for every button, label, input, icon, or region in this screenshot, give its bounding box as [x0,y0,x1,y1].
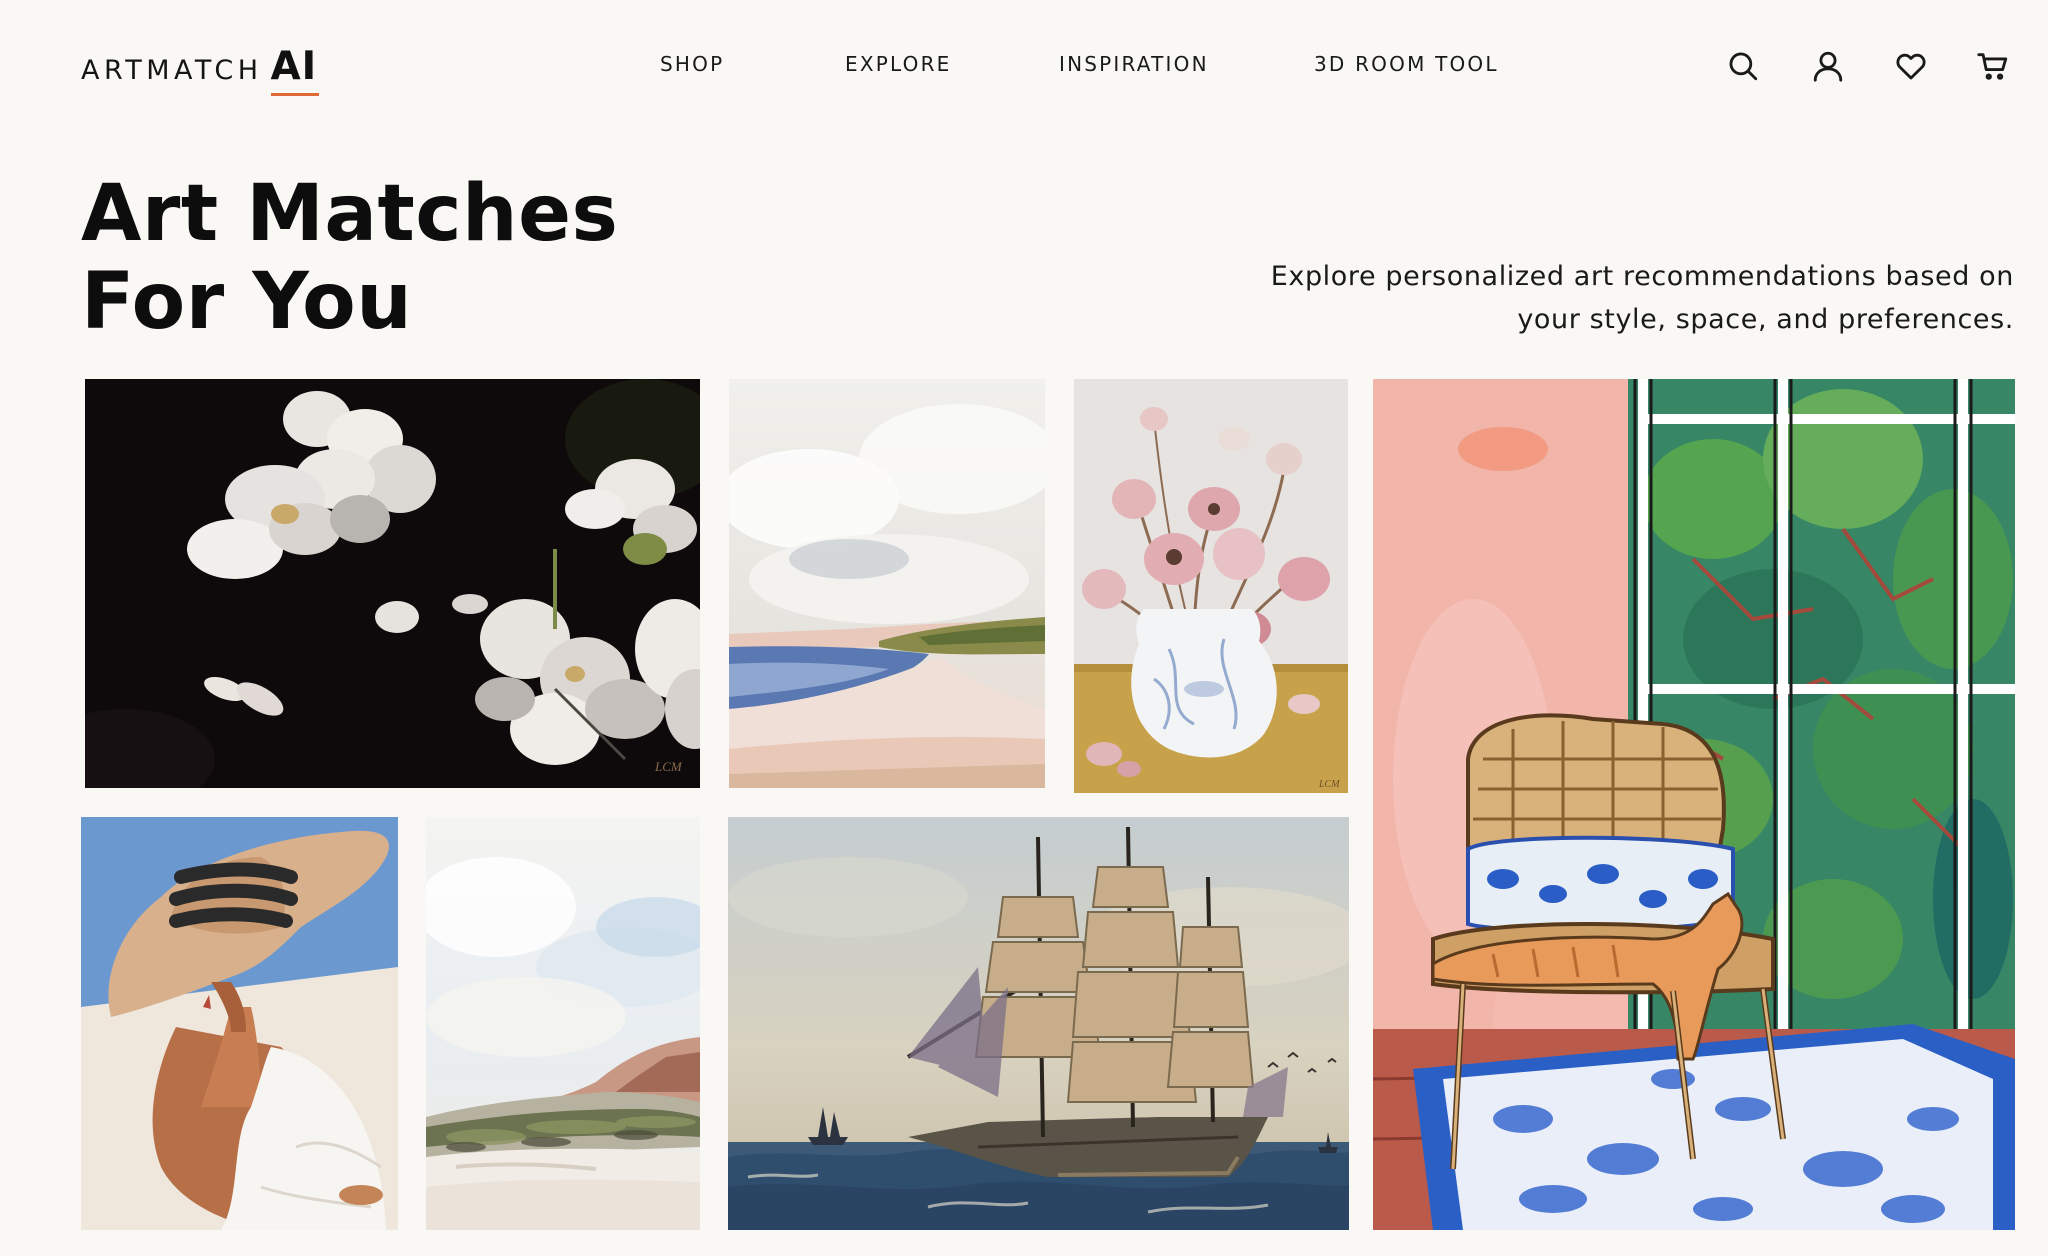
nav-inspiration[interactable]: INSPIRATION [1059,52,1209,76]
coastal-cliff-painting [426,817,700,1230]
page-title-line-1: Art Matches [81,169,619,259]
tall-ship-painting [728,817,1349,1230]
white-flowers-painting: LCM [85,379,700,788]
wishlist-button[interactable] [1891,46,1931,86]
artwork-pink-flowers-vase[interactable]: LCM [1074,379,1348,793]
coastal-beach-painting [729,379,1045,788]
page-title: Art Matches For You [81,170,641,346]
artwork-cat-rattan-chair[interactable] [1373,379,2015,1230]
page-subtitle: Explore personalized art recommendations… [1194,255,2014,341]
woman-sun-hat-painting [81,817,398,1230]
page-subtitle-line-1: Explore personalized art recommendations… [1270,261,2014,292]
nav-3d-room-tool[interactable]: 3D ROOM TOOL [1314,52,1499,76]
artwork-signature: LCM [1318,779,1340,790]
heart-icon [1896,53,1926,80]
artwork-woman-sun-hat[interactable] [81,817,398,1230]
artwork-tall-ship[interactable] [728,817,1349,1230]
page-subtitle-line-2: your style, space, and preferences. [1517,304,2014,335]
nav-shop[interactable]: SHOP [660,52,724,76]
cat-chair-interior-painting [1373,379,2015,1230]
search-button[interactable] [1723,46,1763,86]
artwork-coastal-beach[interactable] [729,379,1045,788]
search-icon [1729,52,1758,81]
cart-icon [1977,53,2008,80]
account-button[interactable] [1808,46,1848,86]
artwork-white-flowers[interactable]: LCM [85,379,700,788]
account-icon [1813,51,1843,82]
cart-button[interactable] [1973,46,2013,86]
artwork-coastal-cliff[interactable] [426,817,700,1230]
artwork-signature: LCM [654,759,683,774]
nav-explore[interactable]: EXPLORE [845,52,952,76]
pink-flowers-painting: LCM [1074,379,1348,793]
page-title-line-2: For You [81,257,413,347]
